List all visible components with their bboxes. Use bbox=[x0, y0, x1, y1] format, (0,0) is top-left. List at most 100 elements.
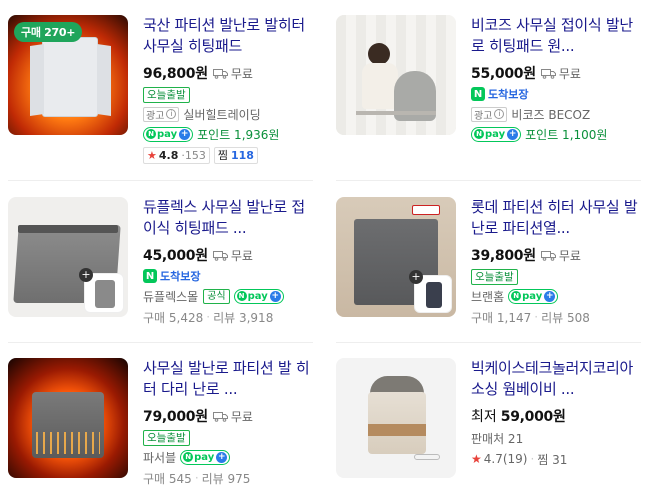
arrival-label: 도착보장 bbox=[160, 270, 201, 283]
product-card[interactable]: + 듀플렉스 사무실 발난로 접이식 히팅패드 ... 45,000원 무료 N… bbox=[0, 197, 320, 347]
shipping-info: 무료 bbox=[212, 247, 253, 264]
seller-name[interactable]: 브랜홈 bbox=[471, 288, 504, 305]
n-icon: N bbox=[143, 269, 157, 283]
product-price: 45,000원 bbox=[143, 248, 208, 264]
shipping-info: 무료 bbox=[540, 247, 581, 264]
product-title[interactable]: 빅케이스테크놀러지코리아 소싱 웜베이비 ... bbox=[471, 358, 641, 400]
truck-icon bbox=[212, 250, 228, 261]
shipping-info: 무료 bbox=[212, 408, 253, 425]
shipping-label: 무료 bbox=[230, 66, 253, 81]
product-card[interactable]: 구매 270+ 국산 파티션 발난로 발히터 사무실 히팅패드 96,800원 … bbox=[0, 15, 320, 165]
plus-icon: + bbox=[79, 268, 93, 282]
product-price: 59,000원 bbox=[500, 409, 566, 425]
star-icon: ★ bbox=[147, 148, 157, 162]
seller-count[interactable]: 판매처 21 bbox=[471, 430, 523, 447]
product-title[interactable]: 사무실 발난로 파티션 발 히터 다리 난로 ... bbox=[143, 358, 313, 400]
npay-n-icon: N bbox=[146, 129, 156, 139]
separator: · bbox=[194, 471, 199, 485]
zzim-button[interactable]: 찜 118 bbox=[213, 146, 258, 164]
npay-badge: Npay + bbox=[143, 126, 194, 142]
row-divider bbox=[8, 342, 313, 343]
thumbnail-overlay: + bbox=[409, 270, 452, 313]
arrival-guarantee: N 도착보장 bbox=[143, 267, 313, 285]
review-count[interactable]: 리뷰 3,918 bbox=[213, 309, 273, 326]
shipping-label: 무료 bbox=[558, 248, 581, 263]
product-title[interactable]: 비코즈 사무실 접이식 발난로 히팅패드 원... bbox=[471, 15, 641, 57]
npay-n-icon: N bbox=[511, 291, 522, 301]
review-count[interactable]: 리뷰 975 bbox=[202, 470, 251, 487]
rating-box: ★ 4.8 · 153 bbox=[143, 146, 210, 164]
rating-value: 4.8 bbox=[158, 148, 179, 162]
ad-badge[interactable]: 광고 i bbox=[471, 106, 508, 122]
truck-icon bbox=[540, 68, 556, 79]
n-icon: N bbox=[471, 87, 485, 101]
info-icon: i bbox=[494, 109, 505, 119]
product-thumbnail[interactable]: + bbox=[8, 197, 128, 317]
purchase-count: 구매 545 bbox=[143, 471, 192, 486]
rating-text: 4.7(19) bbox=[483, 452, 528, 466]
truck-icon bbox=[212, 411, 228, 422]
lowest-price-label: 최저 bbox=[471, 409, 497, 425]
product-thumbnail[interactable]: + bbox=[336, 197, 456, 317]
npay-badge: Npay + bbox=[508, 288, 559, 304]
arrival-guarantee: N 도착보장 bbox=[471, 85, 641, 103]
seller-name[interactable]: 듀플렉스몰 bbox=[143, 288, 198, 305]
npay-badge: Npay + bbox=[180, 449, 231, 465]
product-thumbnail[interactable] bbox=[336, 358, 456, 478]
product-card[interactable]: 사무실 발난로 파티션 발 히터 다리 난로 ... 79,000원 무료 오늘… bbox=[0, 358, 320, 499]
shipping-label: 무료 bbox=[230, 248, 253, 263]
shipping-label: 무료 bbox=[558, 66, 581, 81]
purchase-count: 구매 1,147 bbox=[471, 310, 532, 325]
product-thumbnail[interactable] bbox=[336, 15, 456, 135]
ad-badge[interactable]: 광고 i bbox=[143, 106, 180, 122]
product-thumbnail[interactable]: 구매 270+ bbox=[8, 15, 128, 135]
separator: · bbox=[206, 310, 211, 324]
product-card[interactable]: 비코즈 사무실 접이식 발난로 히팅패드 원... 55,000원 무료 N 도… bbox=[328, 15, 648, 165]
plus-icon: + bbox=[269, 290, 281, 302]
product-title[interactable]: 롯데 파티션 히터 사무실 발난로 파티션열... bbox=[471, 197, 641, 239]
point-text: 포인트 1,936원 bbox=[197, 127, 280, 142]
today-dispatch-tag: 오늘출발 bbox=[471, 269, 518, 285]
plus-icon: + bbox=[409, 270, 423, 284]
product-card[interactable]: + 롯데 파티션 히터 사무실 발난로 파티션열... 39,800원 무료 오… bbox=[328, 197, 648, 347]
zzim-count[interactable]: 찜 31 bbox=[537, 451, 567, 468]
truck-icon bbox=[212, 68, 228, 79]
today-dispatch-tag: 오늘출발 bbox=[143, 430, 190, 446]
purchase-count: 구매 5,428 bbox=[143, 310, 204, 325]
today-dispatch-tag: 오늘출발 bbox=[143, 87, 190, 103]
zzim-label: 찜 bbox=[217, 149, 228, 162]
product-thumbnail[interactable] bbox=[8, 358, 128, 478]
npay-n-icon: N bbox=[474, 129, 484, 139]
shipping-label: 무료 bbox=[230, 409, 253, 424]
row-divider bbox=[336, 342, 641, 343]
separator: · bbox=[534, 310, 539, 324]
truck-icon bbox=[540, 250, 556, 261]
zzim-count: 118 bbox=[231, 148, 254, 162]
thumbnail-overlay: + bbox=[79, 268, 124, 313]
product-title[interactable]: 듀플렉스 사무실 발난로 접이식 히팅패드 ... bbox=[143, 197, 313, 239]
seller-name[interactable]: 파서블 bbox=[143, 449, 176, 466]
star-icon: ★ bbox=[471, 452, 482, 466]
plus-icon: + bbox=[216, 451, 228, 463]
npay-n-icon: N bbox=[183, 452, 194, 462]
review-count[interactable]: 리뷰 508 bbox=[541, 309, 590, 326]
official-badge: 공식 bbox=[203, 288, 230, 304]
row-divider bbox=[336, 180, 641, 181]
seller-name[interactable]: 실버힐트레이딩 bbox=[183, 106, 260, 123]
plus-icon: + bbox=[507, 128, 519, 140]
row-divider bbox=[8, 180, 313, 181]
plus-icon: + bbox=[544, 290, 556, 302]
product-price: 55,000원 bbox=[471, 66, 536, 82]
seller-name[interactable]: 비코즈 BECOZ bbox=[511, 106, 590, 123]
npay-n-icon: N bbox=[236, 291, 247, 301]
product-card[interactable]: 빅케이스테크놀러지코리아 소싱 웜베이비 ... 최저 59,000원 판매처 … bbox=[328, 358, 648, 499]
point-text: 포인트 1,100원 bbox=[525, 127, 608, 142]
purchase-count-badge: 구매 270+ bbox=[14, 22, 83, 42]
product-title[interactable]: 국산 파티션 발난로 발히터 사무실 히팅패드 bbox=[143, 15, 313, 57]
npay-badge: Npay + bbox=[471, 126, 522, 142]
info-icon: i bbox=[166, 109, 177, 119]
separator: · bbox=[530, 452, 535, 466]
product-price: 39,800원 bbox=[471, 248, 536, 264]
plus-icon: + bbox=[179, 128, 191, 140]
arrival-label: 도착보장 bbox=[488, 88, 529, 101]
